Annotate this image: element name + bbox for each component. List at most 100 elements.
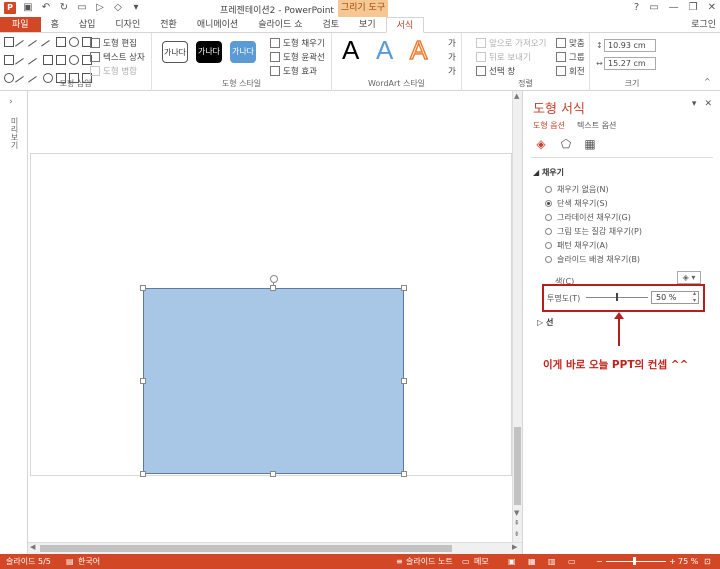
selection-pane-button[interactable]: 선택 창	[476, 65, 515, 77]
shape-outline-button[interactable]: 도형 윤곽선	[270, 51, 325, 63]
comments-icon[interactable]: ▭	[462, 554, 470, 569]
group-button[interactable]: 그룹	[556, 51, 585, 63]
zoom-level[interactable]: 75 %	[678, 554, 698, 569]
tab-insert[interactable]: 삽입	[69, 17, 106, 32]
slide-sorter-icon[interactable]: ▦	[528, 554, 536, 569]
arrow-shape-icon[interactable]	[41, 40, 55, 54]
vertical-scrollbar[interactable]: ▲ ▼ ⇞ ⇟	[512, 91, 522, 542]
wordart-style-outline[interactable]: A	[409, 34, 428, 66]
fit-to-window-icon[interactable]: ⊡	[704, 554, 711, 569]
vertical-scroll-thumb[interactable]	[514, 427, 521, 505]
tab-home[interactable]: 홈	[41, 17, 69, 32]
undo-icon[interactable]: ↶	[40, 2, 52, 14]
line-section-header[interactable]: ▷ 선	[537, 317, 553, 328]
resize-handle[interactable]	[140, 471, 146, 477]
tab-transitions[interactable]: 전환	[150, 17, 187, 32]
fill-option-solid[interactable]: 단색 채우기(S)	[545, 198, 608, 209]
radio-button[interactable]	[545, 242, 552, 249]
rotate-button[interactable]: 회전	[556, 65, 585, 77]
selected-rectangle-shape[interactable]	[143, 288, 404, 474]
tab-design[interactable]: 디자인	[105, 17, 150, 32]
fill-option-none[interactable]: 채우기 없음(N)	[545, 184, 609, 195]
previous-slide-icon[interactable]: ⇞	[514, 519, 520, 527]
scroll-left-icon[interactable]: ◀	[30, 543, 35, 551]
fill-section-header[interactable]: ◢ 채우기	[533, 167, 564, 178]
scroll-down-icon[interactable]: ▼	[514, 509, 519, 517]
resize-handle[interactable]	[401, 285, 407, 291]
comments-button[interactable]: 메모	[474, 554, 489, 569]
align-button[interactable]: 맞춤	[556, 37, 585, 49]
rectangle-shape-icon[interactable]	[56, 37, 66, 47]
fill-line-icon[interactable]: ◈	[534, 137, 548, 151]
spin-buttons[interactable]: ▴ ▾	[693, 290, 696, 304]
resize-handle[interactable]	[140, 285, 146, 291]
tab-review[interactable]: 검토	[312, 17, 349, 32]
notes-icon[interactable]: ≡	[396, 554, 403, 569]
customize-qat-icon[interactable]: ▾	[130, 2, 142, 14]
radio-button-selected[interactable]	[545, 200, 552, 207]
fill-option-gradient[interactable]: 그라데이션 채우기(G)	[545, 212, 631, 223]
slide-canvas[interactable]	[30, 153, 512, 477]
text-outline-icon[interactable]: 가	[448, 51, 456, 63]
transparency-input[interactable]: 50 %	[651, 291, 699, 304]
new-slide-icon[interactable]: ▭	[76, 2, 88, 14]
rotation-handle[interactable]	[270, 275, 278, 283]
connector-shape-icon[interactable]	[15, 58, 29, 72]
rectangle-shape-icon[interactable]	[56, 55, 66, 65]
wordart-style-blue[interactable]: A	[376, 35, 393, 66]
shape-fill-button[interactable]: 도형 채우기	[270, 37, 325, 49]
text-fill-icon[interactable]: 가	[448, 37, 456, 49]
ellipse-shape-icon[interactable]	[69, 37, 79, 47]
rectangle-shape-icon[interactable]	[4, 55, 14, 65]
reading-view-icon[interactable]: ▥	[548, 554, 556, 569]
radio-button[interactable]	[545, 186, 552, 193]
fill-option-pattern[interactable]: 패턴 채우기(A)	[545, 240, 608, 251]
zoom-slider-thumb[interactable]	[633, 557, 636, 565]
horizontal-scroll-thumb[interactable]	[40, 545, 452, 552]
close-pane-icon[interactable]: ✕	[704, 99, 712, 109]
resize-handle[interactable]	[401, 471, 407, 477]
close-icon[interactable]: ✕	[708, 2, 716, 13]
horizontal-scrollbar[interactable]: ◀ ▶	[28, 542, 522, 554]
tab-file[interactable]: 파일	[0, 17, 41, 32]
rectangle-shape-icon[interactable]	[43, 55, 53, 65]
redo-icon[interactable]: ↻	[58, 2, 70, 14]
tab-text-options[interactable]: 텍스트 옵션	[577, 120, 616, 131]
fill-color-picker[interactable]: ◈ ▾	[677, 271, 701, 284]
zoom-in-icon[interactable]: +	[669, 554, 676, 569]
fill-option-picture[interactable]: 그림 또는 질감 채우기(P)	[545, 226, 642, 237]
language-indicator[interactable]: 한국어	[78, 554, 100, 569]
bring-forward-button[interactable]: 앞으로 가져오기	[476, 37, 546, 49]
transparency-slider-thumb[interactable]	[616, 293, 618, 301]
rectangle-shape-icon[interactable]	[4, 37, 14, 47]
radio-button[interactable]	[545, 256, 552, 263]
notes-button[interactable]: 슬라이드 노트	[406, 554, 453, 569]
text-box-button[interactable]: 텍스트 상자	[90, 51, 145, 63]
collapse-ribbon-icon[interactable]: ^	[704, 77, 711, 86]
scroll-up-icon[interactable]: ▲	[514, 92, 519, 100]
language-icon[interactable]: ▤	[66, 554, 74, 569]
scroll-right-icon[interactable]: ▶	[512, 543, 517, 551]
zoom-out-icon[interactable]: −	[596, 554, 603, 569]
wordart-style-black[interactable]: A	[342, 35, 359, 66]
shape-style-swatch[interactable]: 가나다	[196, 41, 222, 63]
edit-shape-button[interactable]: 도형 편집	[90, 37, 137, 49]
ellipse-shape-icon[interactable]	[69, 55, 79, 65]
merge-shapes-button[interactable]: 도형 병합	[90, 65, 137, 77]
tab-view[interactable]: 보기	[349, 17, 386, 32]
tab-shape-options[interactable]: 도형 옵션	[533, 120, 565, 131]
tab-format[interactable]: 서식	[385, 17, 425, 33]
resize-handle[interactable]	[270, 471, 276, 477]
help-icon[interactable]: ?	[634, 2, 639, 13]
signin-link[interactable]: 로그인	[691, 17, 716, 33]
shape-height-input[interactable]: 10.93 cm	[604, 39, 656, 52]
restore-icon[interactable]: ❐	[689, 2, 698, 13]
shape-style-swatch[interactable]: 가나다	[162, 41, 188, 63]
start-slideshow-icon[interactable]: ▷	[94, 2, 106, 14]
radio-button[interactable]	[545, 228, 552, 235]
normal-view-icon[interactable]: ▣	[508, 554, 516, 569]
minimize-icon[interactable]: —	[669, 2, 679, 13]
shape-style-swatch[interactable]: 가나다	[230, 41, 256, 63]
next-slide-icon[interactable]: ⇟	[514, 530, 520, 538]
connector-shape-icon[interactable]	[28, 58, 42, 72]
